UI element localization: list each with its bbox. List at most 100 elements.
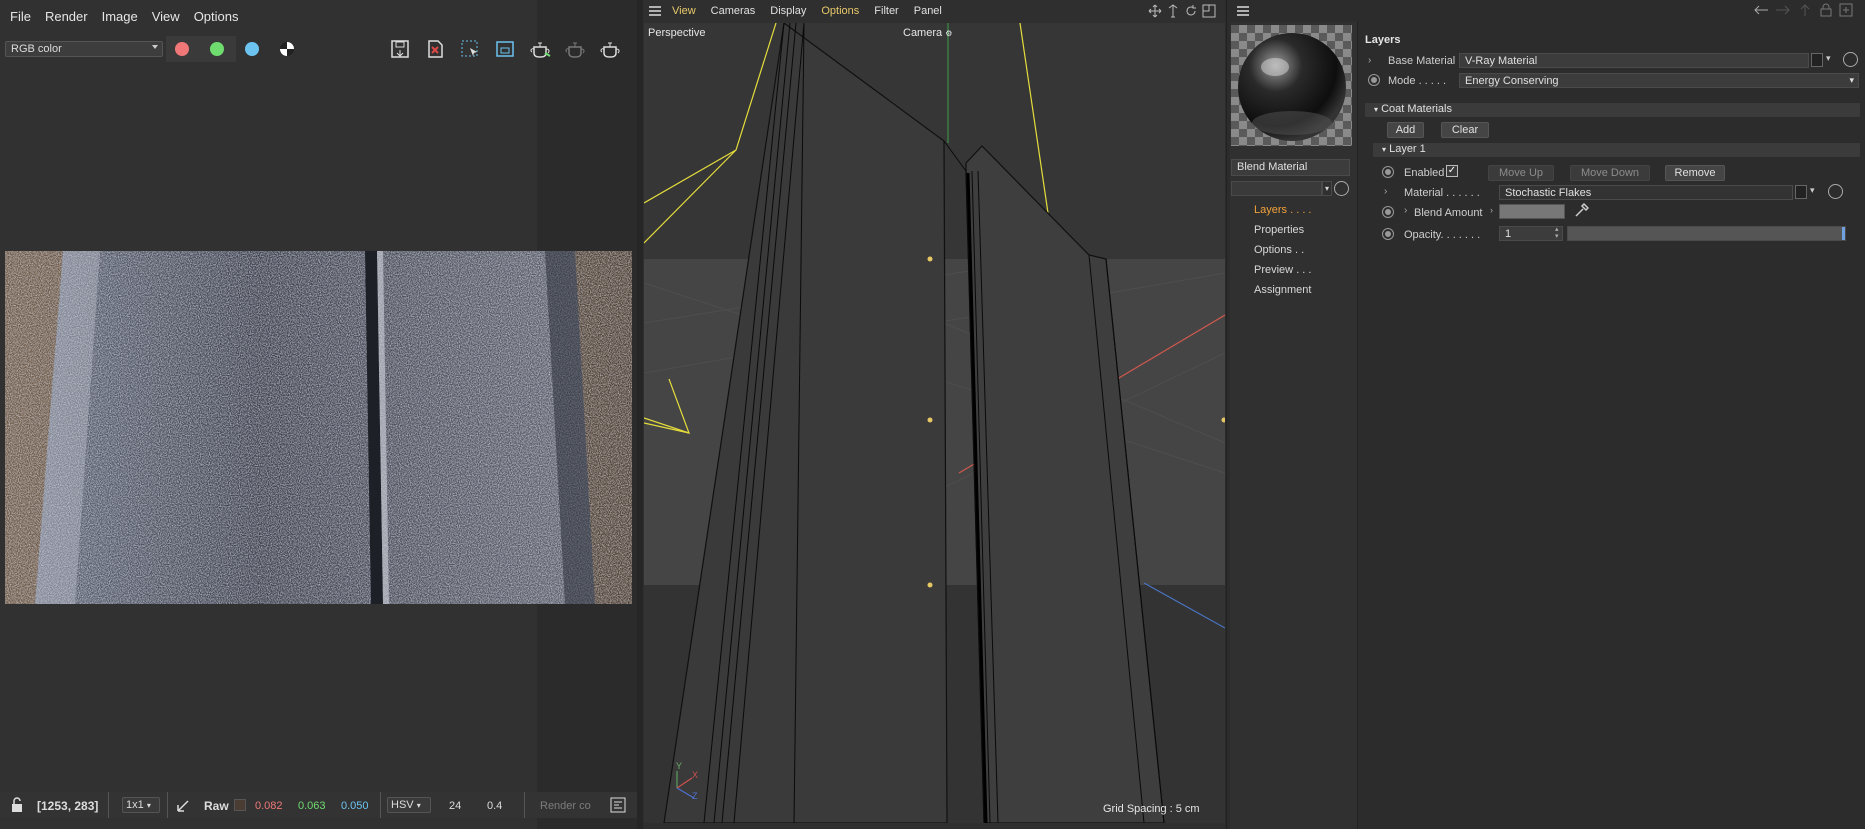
coat-materials-title: Coat Materials <box>1381 103 1452 115</box>
collapse-triangle-icon: ▾ <box>1374 105 1379 114</box>
zoom-select-value: 1x1 <box>126 799 144 811</box>
vp-menu-filter[interactable]: Filter <box>874 5 898 17</box>
divider <box>167 792 168 818</box>
remove-button[interactable]: Remove <box>1665 165 1725 181</box>
nav-properties[interactable]: Properties <box>1254 224 1304 236</box>
save-icon[interactable] <box>388 37 412 61</box>
back-arrow-icon[interactable] <box>1753 3 1769 17</box>
camera-label-text: Camera <box>903 27 943 39</box>
divider <box>1357 22 1358 829</box>
nav-assignment[interactable]: Assignment <box>1254 284 1311 296</box>
chevron-right-icon[interactable]: › <box>1490 205 1494 215</box>
layer-1-title: Layer 1 <box>1389 143 1426 155</box>
coat-material-field[interactable]: Stochastic Flakes <box>1499 185 1793 200</box>
blend-amount-animate-icon[interactable] <box>1382 206 1394 218</box>
hamburger-icon[interactable] <box>1236 4 1250 21</box>
render-teapot-icon[interactable] <box>529 37 553 61</box>
camera-settings-icon[interactable]: ⚙ <box>945 29 952 38</box>
color-picker-icon[interactable] <box>176 797 192 816</box>
material-thumb-icon[interactable] <box>1795 185 1807 199</box>
vp-menu-cameras[interactable]: Cameras <box>711 5 756 17</box>
move-view-icon[interactable] <box>1148 4 1162 18</box>
layers-section-title: Layers <box>1365 34 1401 46</box>
material-thumb-icon[interactable] <box>1811 53 1823 67</box>
hsv-s-value: 0.4 <box>487 800 503 812</box>
move-down-button[interactable]: Move Down <box>1570 165 1650 181</box>
color-mode-select[interactable]: HSV ▾ <box>387 797 431 813</box>
chevron-down-icon[interactable]: ▾ <box>1826 53 1831 64</box>
menu-file[interactable]: File <box>10 9 31 24</box>
spinner-arrows-icon[interactable]: ▴ ▾ <box>1555 226 1559 240</box>
chevron-right-icon[interactable]: › <box>1368 55 1371 66</box>
blue-channel-icon[interactable] <box>245 42 259 56</box>
menu-options[interactable]: Options <box>194 9 239 24</box>
blue-value: 0.050 <box>341 800 369 812</box>
clear-coat-button[interactable]: Clear <box>1441 122 1489 138</box>
pick-material-icon[interactable] <box>1334 181 1349 196</box>
green-channel-icon[interactable] <box>210 42 224 56</box>
zoom-select[interactable]: 1x1 ▾ <box>122 797 160 813</box>
mode-select[interactable]: Energy Conserving ▾ <box>1459 73 1859 88</box>
nav-layers[interactable]: Layers . . . . <box>1254 204 1312 216</box>
move-up-button[interactable]: Move Up <box>1488 165 1554 181</box>
vp-menu-display[interactable]: Display <box>770 5 806 17</box>
maximize-view-icon[interactable] <box>1202 4 1216 18</box>
zoom-view-icon[interactable] <box>1166 4 1180 18</box>
nav-preview-dots: . . . <box>1296 264 1312 276</box>
green-value: 0.063 <box>298 800 326 812</box>
lock-icon[interactable] <box>1819 3 1833 17</box>
stop-render-teapot-icon[interactable] <box>599 37 623 61</box>
chevron-down-icon[interactable]: ▾ <box>1810 185 1815 196</box>
chevron-right-icon[interactable]: › <box>1404 205 1407 216</box>
viewport-label-camera: Camera ⚙ <box>903 27 952 39</box>
viewport-label-perspective: Perspective <box>648 27 706 39</box>
add-coat-button[interactable]: Add <box>1387 122 1424 138</box>
viewport-canvas[interactable] <box>644 23 1225 823</box>
enabled-checkbox[interactable]: ✓ <box>1446 165 1458 177</box>
enabled-animate-icon[interactable] <box>1382 166 1394 178</box>
base-material-field[interactable]: V-Ray Material <box>1459 53 1809 68</box>
lock-icon[interactable] <box>10 797 24 816</box>
material-layer-select[interactable] <box>1231 181 1322 196</box>
hamburger-icon[interactable] <box>648 4 662 21</box>
log-icon[interactable] <box>610 797 626 816</box>
opacity-slider-handle[interactable] <box>1842 227 1845 240</box>
nav-options[interactable]: Options . . <box>1254 244 1304 256</box>
mode-animate-icon[interactable] <box>1368 74 1380 86</box>
chevron-right-icon[interactable]: › <box>1384 186 1387 197</box>
mode-select-value: Energy Conserving <box>1465 75 1559 87</box>
vp-menu-view[interactable]: View <box>672 5 696 17</box>
opacity-animate-icon[interactable] <box>1382 228 1394 240</box>
material-name-field[interactable]: Blend Material <box>1231 159 1350 176</box>
opacity-slider[interactable] <box>1567 226 1846 241</box>
layer-1-header[interactable]: ▾ Layer 1 <box>1373 143 1860 157</box>
vp-menu-panel[interactable]: Panel <box>914 5 942 17</box>
vp-menu-options[interactable]: Options <box>821 5 859 17</box>
coat-materials-header[interactable]: ▾ Coat Materials <box>1365 103 1860 117</box>
menu-image[interactable]: Image <box>102 9 138 24</box>
nav-preview[interactable]: Preview . . . <box>1254 264 1311 276</box>
new-window-icon[interactable] <box>1839 3 1853 17</box>
pick-material-icon[interactable] <box>1828 184 1843 199</box>
hsv-h-value: 24 <box>449 800 462 812</box>
eyedropper-icon[interactable] <box>1573 202 1590 222</box>
clear-image-icon[interactable] <box>423 37 447 61</box>
rotate-view-icon[interactable] <box>1184 4 1198 18</box>
chevron-down-icon[interactable]: ▾ <box>1322 181 1332 196</box>
axis-z-label: Z <box>692 791 698 801</box>
menu-render[interactable]: Render <box>45 9 88 24</box>
axis-x-label: X <box>692 770 699 780</box>
pick-material-icon[interactable] <box>1843 52 1858 67</box>
chevron-down-icon: ▾ <box>1849 75 1854 85</box>
region-render-icon[interactable] <box>458 37 482 61</box>
material-preview[interactable] <box>1231 25 1352 146</box>
menu-view[interactable]: View <box>152 9 180 24</box>
red-channel-icon[interactable] <box>175 42 189 56</box>
alpha-channel-icon[interactable] <box>280 42 294 56</box>
blend-amount-color-swatch[interactable] <box>1499 204 1565 219</box>
channel-select[interactable]: RGB color <box>5 41 163 57</box>
track-mouse-icon[interactable] <box>493 37 517 61</box>
divider <box>108 792 109 818</box>
opacity-input[interactable]: 1 <box>1499 226 1563 241</box>
chevron-down-icon: ▾ <box>146 801 151 810</box>
